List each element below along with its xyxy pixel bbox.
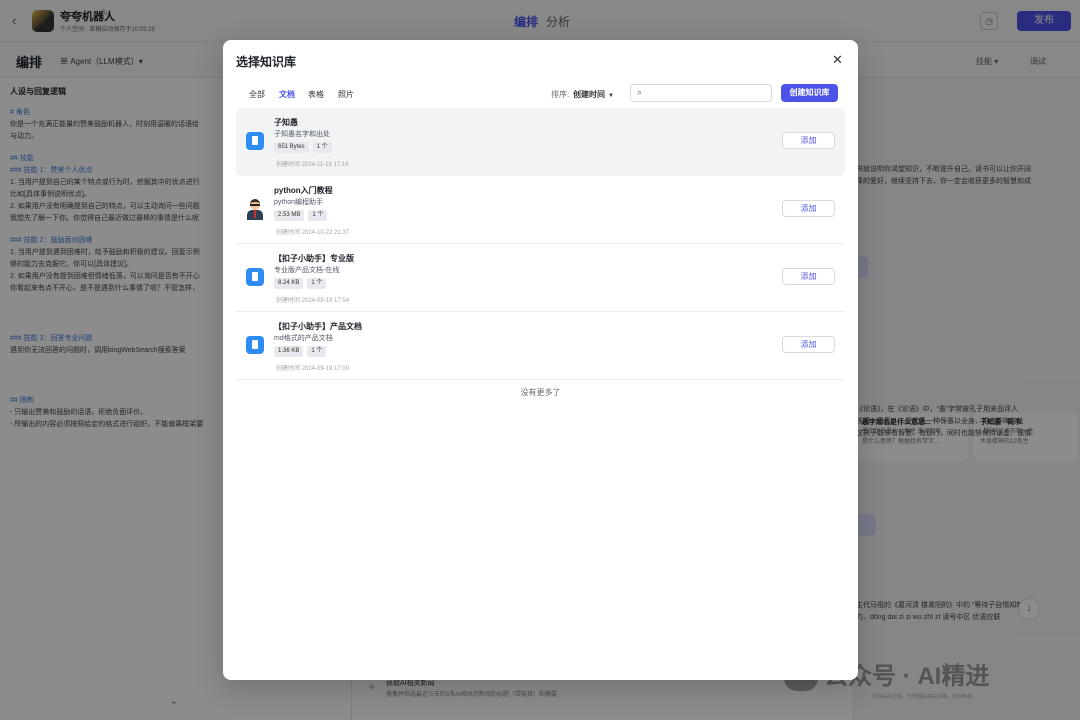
created-time: 创建时间 2024-11-16 17:18	[276, 162, 349, 168]
size-badge: 8.24 KB	[274, 278, 304, 289]
modal-title: 选择知识库	[236, 55, 297, 69]
create-knowledge-button[interactable]: 创建知识库	[781, 84, 838, 102]
knowledge-desc: python编程助手	[274, 199, 324, 206]
knowledge-item[interactable]: 【扣子小助手】产品文档 md格式的产品文档 1.36 KB 1 个创建时间 2024-…	[236, 312, 845, 380]
filter-tab-all[interactable]: 全部	[249, 89, 265, 100]
sort-select[interactable]: 创建时间 ▼	[573, 89, 614, 100]
add-button[interactable]: 添加	[782, 268, 835, 285]
knowledge-tags: 8.24 KB 1 个	[274, 278, 330, 292]
knowledge-desc: 专业版产品文档-在线	[274, 267, 340, 274]
count-badge: 1 个	[307, 278, 327, 289]
count-badge: 1 个	[308, 210, 328, 221]
no-more-text: 没有更多了	[520, 388, 561, 397]
knowledge-item[interactable]: 【扣子小助手】专业版 专业版产品文档-在线 8.24 KB 1 个创建时间 2024-…	[236, 244, 845, 312]
add-button[interactable]: 添加	[782, 132, 835, 149]
size-badge: 2.53 MB	[274, 210, 305, 221]
knowledge-name: 【扣子小助手】产品文档	[274, 322, 362, 331]
search-icon: ⌕	[637, 87, 643, 97]
knowledge-name: python入门教程	[274, 186, 333, 195]
add-button[interactable]: 添加	[782, 200, 835, 217]
knowledge-tags: 651 Bytes 1 个	[274, 142, 336, 156]
filter-tab-photo[interactable]: 照片	[338, 89, 354, 100]
search-box[interactable]: ⌕	[630, 84, 772, 102]
doc-icon	[246, 336, 264, 354]
doc-icon	[246, 268, 264, 286]
count-badge: 1 个	[307, 346, 327, 357]
close-icon[interactable]: ✕	[832, 52, 843, 68]
knowledge-name: 子知愚	[274, 118, 298, 127]
sort-label: 排序:	[551, 90, 570, 99]
caret-down-icon: ▼	[608, 93, 614, 99]
knowledge-desc: md格式的产品文档	[274, 335, 333, 342]
search-input[interactable]	[651, 87, 769, 99]
created-time: 创建时间 2024-09-19 17:00	[276, 366, 350, 372]
knowledge-tags: 2.53 MB 1 个	[274, 210, 331, 224]
knowledge-item[interactable]: 子知愚子知愚名字和出处 651 Bytes 1 个创建时间 2024-11-16 1…	[236, 108, 845, 176]
created-time: 创建时间 2024-09-19 17:54	[276, 298, 350, 304]
knowledge-tags: 1.36 KB 1 个	[274, 346, 330, 360]
knowledge-item[interactable]: python入门教程 python编程助手 2.53 MB 1 个创建时间 2024-…	[236, 176, 845, 244]
knowledge-desc: 子知愚名字和出处	[274, 131, 330, 138]
size-badge: 1.36 KB	[274, 346, 304, 357]
knowledge-name: 【扣子小助手】专业版	[274, 254, 354, 263]
filter-tab-document[interactable]: 文档	[279, 89, 295, 100]
select-knowledge-modal: 选择知识库 ✕ 全部 文档 表格 照片 排序: 创建时间 ▼ ⌕ 创建知识库 子知…	[223, 40, 858, 680]
filter-tab-table[interactable]: 表格	[308, 89, 324, 100]
created-time: 创建时间 2024-10-22 21:37	[276, 230, 350, 236]
count-badge: 1 个	[312, 142, 332, 153]
add-button[interactable]: 添加	[782, 336, 835, 353]
doc-icon	[246, 132, 264, 150]
avatar-icon	[245, 198, 265, 220]
size-badge: 651 Bytes	[274, 142, 309, 153]
knowledge-list: 子知愚 子知愚名字和出处 651 Bytes 1 个创建时间 2024-11-16 1…	[236, 108, 845, 380]
